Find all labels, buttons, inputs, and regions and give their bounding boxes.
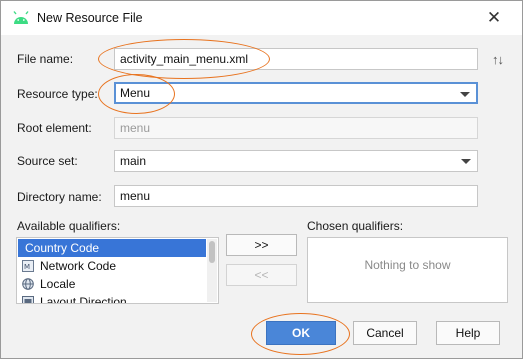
directory-name-input[interactable]: menu — [114, 185, 478, 207]
sort-order-icon[interactable]: ↑↓ — [492, 52, 504, 67]
remove-qualifier-button[interactable]: << — [226, 264, 297, 286]
file-name-input[interactable]: activity_main_menu.xml — [114, 48, 478, 70]
list-item[interactable]: M Network Code — [18, 257, 206, 275]
empty-state-text: Nothing to show — [364, 258, 451, 272]
list-item-label: Locale — [40, 277, 76, 291]
chosen-qualifiers-label: Chosen qualifiers: — [307, 219, 404, 233]
help-button[interactable]: Help — [436, 321, 500, 345]
source-set-value: main — [120, 154, 147, 168]
window-title: New Resource File — [37, 11, 143, 25]
file-name-label: File name: — [17, 52, 74, 66]
new-resource-file-dialog: New Resource File ✕ File name: activity_… — [0, 0, 523, 359]
add-qualifier-button[interactable]: >> — [226, 234, 297, 256]
title-bar: New Resource File ✕ — [1, 1, 522, 35]
source-set-dropdown[interactable]: main — [114, 150, 478, 172]
root-element-label: Root element: — [17, 121, 92, 135]
resource-type-label: Resource type: — [17, 87, 98, 101]
list-scrollbar[interactable] — [207, 239, 217, 302]
source-set-label: Source set: — [17, 154, 78, 168]
list-item-label: Layout Direction — [40, 295, 127, 304]
list-item-label: Network Code — [40, 259, 117, 273]
svg-text:M: M — [24, 263, 30, 271]
resource-type-value: Menu — [120, 86, 151, 100]
list-item-label: Country Code — [25, 241, 100, 255]
chevron-down-icon — [460, 92, 470, 97]
list-item[interactable]: Locale — [18, 275, 206, 293]
ok-button[interactable]: OK — [266, 321, 336, 345]
chevron-down-icon — [461, 159, 471, 164]
chosen-qualifiers-list[interactable]: Nothing to show — [307, 237, 508, 303]
list-item[interactable]: Country Code — [18, 239, 206, 257]
resource-type-dropdown[interactable]: Menu — [114, 82, 478, 104]
scrollbar-thumb[interactable] — [209, 241, 215, 263]
available-qualifiers-label: Available qualifiers: — [17, 219, 121, 233]
directory-name-label: Directory name: — [17, 190, 102, 204]
layout-direction-icon — [22, 296, 34, 303]
root-element-input: menu — [114, 117, 478, 139]
list-item[interactable]: Layout Direction — [18, 293, 206, 304]
available-qualifiers-list[interactable]: Country Code M Network Code Locale Layou… — [16, 237, 219, 304]
globe-icon — [22, 278, 34, 290]
android-icon — [13, 11, 29, 24]
close-button[interactable]: ✕ — [484, 8, 504, 28]
cancel-button[interactable]: Cancel — [353, 321, 417, 345]
network-code-icon: M — [22, 260, 34, 272]
